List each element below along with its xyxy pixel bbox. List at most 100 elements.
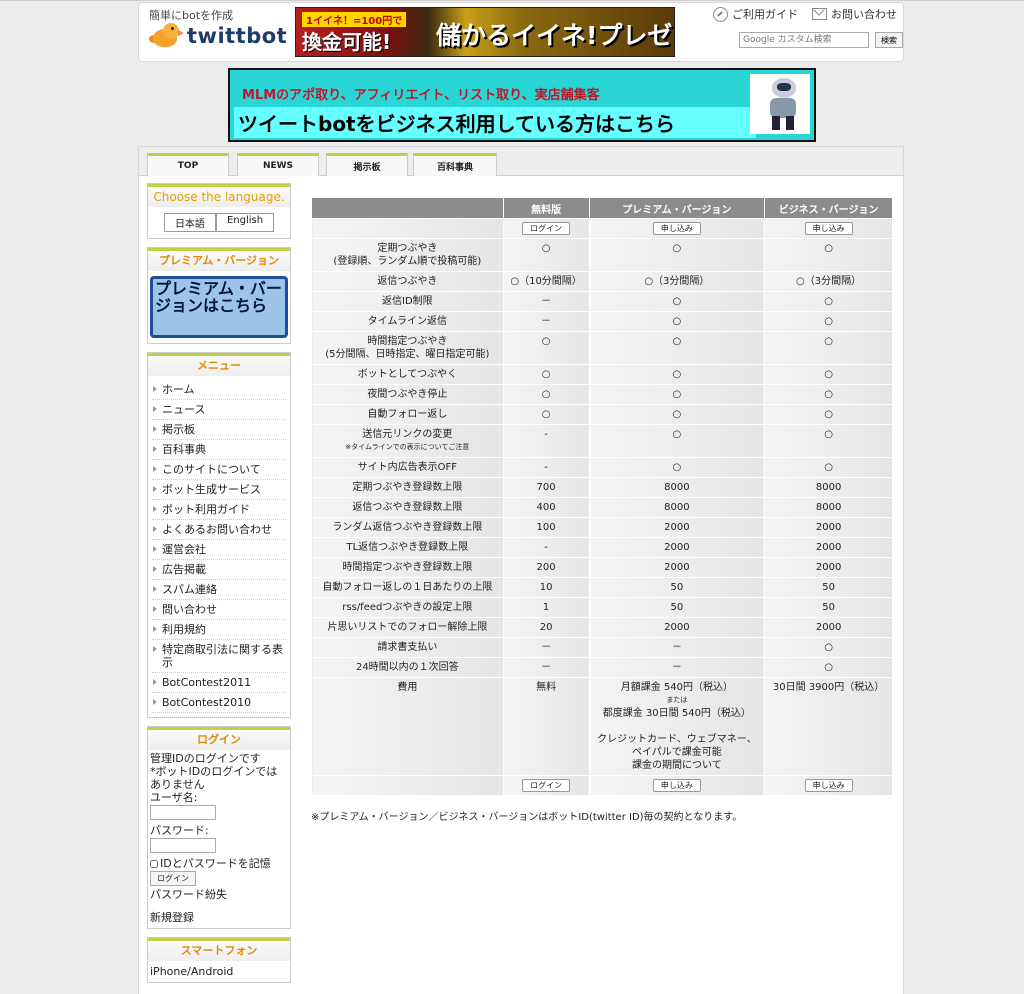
contract-footnote: ※プレミアム・バージョン／ビジネス・バージョンはボットID(twitter ID… bbox=[311, 812, 743, 823]
table-cell: ログイン bbox=[502, 775, 590, 796]
menu-item-commercial-law[interactable]: 特定商取引法に関する表示 bbox=[152, 640, 286, 673]
password-field[interactable] bbox=[150, 838, 216, 853]
feature-name: rss/feedつぶやきの設定上限 bbox=[342, 602, 473, 613]
register-link[interactable]: 新規登録 bbox=[150, 911, 288, 924]
guide-icon bbox=[713, 6, 728, 22]
tab-news[interactable]: NEWS bbox=[237, 153, 319, 176]
feature-name: TL返信つぶやき登録数上限 bbox=[346, 542, 469, 553]
feature-name: 自動フォロー返し bbox=[367, 409, 448, 420]
menu-item-bot-service[interactable]: ボット生成サービス bbox=[152, 480, 286, 500]
feature-label: rss/feedつぶやきの設定上限 bbox=[311, 597, 504, 618]
table-row: 返信つぶやき ○（10分間隔） ○（3分間隔） ○（3分間隔） bbox=[311, 271, 893, 292]
contact-link-label: お問い合わせ bbox=[831, 8, 897, 21]
table-cell: ○ bbox=[764, 637, 893, 658]
feature-name: 返信ID制限 bbox=[382, 296, 433, 307]
menu-item-faq[interactable]: よくあるお問い合わせ bbox=[152, 520, 286, 540]
menu-item-company[interactable]: 運営会社 bbox=[152, 540, 286, 560]
menu-item-terms[interactable]: 利用規約 bbox=[152, 620, 286, 640]
fee-business: 30日間 3900円（税込） bbox=[764, 677, 893, 776]
business-apply-button[interactable]: 申し込み bbox=[804, 222, 853, 235]
feature-name: 夜間つぶやき停止 bbox=[367, 389, 448, 400]
search-button[interactable]: 検索 bbox=[875, 32, 903, 48]
feature-label: 返信つぶやき bbox=[311, 271, 504, 292]
table-row: 時間指定つぶやき (5分間隔、日時指定、曜日指定可能) ○ ○ ○ bbox=[311, 331, 893, 365]
sidebar: Choose the language. 日本語 English プレミアム・バ… bbox=[147, 183, 291, 991]
business-banner-line2: ツイートbotをビジネス利用している方はこちら bbox=[234, 107, 756, 138]
menu-item-bbs[interactable]: 掲示板 bbox=[152, 420, 286, 440]
table-row: 時間指定つぶやき登録数上限 200 2000 2000 bbox=[311, 557, 893, 578]
feature-label: 片思いリストでのフォロー解除上限 bbox=[311, 617, 504, 638]
table-cell: ○ bbox=[502, 384, 590, 405]
menu-list: ホーム ニュース 掲示板 百科事典 このサイトについて ボット生成サービス ボッ… bbox=[148, 376, 290, 717]
table-cell: － bbox=[588, 657, 766, 678]
menu-item-ads[interactable]: 広告掲載 bbox=[152, 560, 286, 580]
table-cell: ○ bbox=[588, 424, 766, 458]
table-cell: 申し込み bbox=[588, 218, 766, 239]
table-cell: ○ bbox=[502, 404, 590, 425]
tab-encyclopedia[interactable]: 百科事典 bbox=[413, 153, 497, 176]
feature-label: 夜間つぶやき停止 bbox=[311, 384, 504, 405]
feature-label: ボットとしてつぶやく bbox=[311, 364, 504, 385]
promo-banner-line1: 1イイネ！=100円で bbox=[302, 12, 407, 27]
business-banner[interactable]: MLMのアポ取り、アフィリエイト、リスト取り、実店舗集客 ツイートbotをビジネ… bbox=[228, 68, 816, 142]
table-cell: ○ bbox=[502, 364, 590, 385]
feature-label: ランダム返信つぶやき登録数上限 bbox=[311, 517, 504, 538]
table-row-buttons-top: ログイン 申し込み 申し込み bbox=[311, 218, 893, 239]
menu-item-about[interactable]: このサイトについて bbox=[152, 460, 286, 480]
table-cell: ○ bbox=[764, 311, 893, 332]
remember-label: IDとパスワードを記憶 bbox=[160, 857, 271, 870]
table-row: TL返信つぶやき登録数上限 -2000 2000 bbox=[311, 537, 893, 558]
menu-item-contact[interactable]: 問い合わせ bbox=[152, 600, 286, 620]
premium-button[interactable]: プレミアム・バージョンはこちら bbox=[150, 276, 288, 338]
contact-link[interactable]: お問い合わせ bbox=[812, 6, 897, 22]
premium-apply-button[interactable]: 申し込み bbox=[652, 222, 701, 235]
fee-period-link[interactable]: 課金の期間について bbox=[594, 759, 761, 772]
language-title: Choose the language. bbox=[148, 184, 290, 207]
header-links: ご利用ガイド お問い合わせ bbox=[713, 6, 897, 22]
feature-label: 24時間以内の１次回答 bbox=[311, 657, 504, 678]
menu-item-news[interactable]: ニュース bbox=[152, 400, 286, 420]
table-cell: － bbox=[502, 657, 590, 678]
lang-en-button[interactable]: English bbox=[215, 213, 275, 232]
guide-link[interactable]: ご利用ガイド bbox=[713, 6, 798, 22]
menu-item-home[interactable]: ホーム bbox=[152, 380, 286, 400]
table-cell: 100 bbox=[502, 517, 590, 538]
tab-bbs[interactable]: 掲示板 bbox=[326, 153, 408, 176]
lang-ja-button[interactable]: 日本語 bbox=[163, 213, 216, 232]
login-button[interactable]: ログイン bbox=[150, 871, 196, 886]
username-field[interactable] bbox=[150, 805, 216, 820]
feature-label: 時間指定つぶやき (5分間隔、日時指定、曜日指定可能) bbox=[311, 331, 504, 365]
fee-label: 費用 bbox=[311, 677, 504, 776]
menu-item-encyclopedia[interactable]: 百科事典 bbox=[152, 440, 286, 460]
table-cell: 50 bbox=[588, 577, 766, 598]
table-header-row: 無料版 プレミアム・バージョン ビジネス・バージョン bbox=[311, 197, 893, 219]
table-cell: ○ bbox=[764, 238, 893, 272]
business-apply-button-bottom[interactable]: 申し込み bbox=[804, 779, 853, 792]
table-cell: ログイン bbox=[502, 218, 590, 239]
premium-apply-button-bottom[interactable]: 申し込み bbox=[652, 779, 701, 792]
table-cell: 申し込み bbox=[764, 218, 893, 239]
forgot-password-link[interactable]: パスワード紛失 bbox=[150, 888, 288, 901]
tab-strip: TOP NEWS 掲示板 百科事典 bbox=[139, 147, 903, 176]
tab-top[interactable]: TOP bbox=[147, 153, 229, 176]
table-cell: ○ bbox=[588, 404, 766, 425]
robot-icon bbox=[750, 74, 810, 134]
table-row: サイト内広告表示OFF - ○ ○ bbox=[311, 457, 893, 478]
feature-name: サイト内広告表示OFF bbox=[357, 462, 458, 473]
smartphone-link[interactable]: iPhone/Android bbox=[148, 961, 290, 982]
table-cell: 20 bbox=[502, 617, 590, 638]
promo-banner-top[interactable]: 1イイネ！=100円で 換金可能! 儲かるイイネ!プレゼント bbox=[295, 7, 675, 57]
menu-item-contest-2011[interactable]: BotContest2011 bbox=[152, 673, 286, 693]
search-input[interactable] bbox=[739, 32, 869, 48]
feature-name: ボットとしてつぶやく bbox=[357, 369, 458, 380]
free-login-button[interactable]: ログイン bbox=[522, 222, 571, 235]
site-logo[interactable]: twittbot bbox=[149, 21, 287, 51]
table-cell: 200 bbox=[502, 557, 590, 578]
remember-checkbox[interactable] bbox=[150, 859, 158, 868]
menu-item-spam[interactable]: スパム連絡 bbox=[152, 580, 286, 600]
feature-name: 24時間以内の１次回答 bbox=[355, 662, 459, 673]
table-cell: 400 bbox=[502, 497, 590, 518]
free-login-button-bottom[interactable]: ログイン bbox=[522, 779, 571, 792]
menu-item-bot-guide[interactable]: ボット利用ガイド bbox=[152, 500, 286, 520]
menu-item-contest-2010[interactable]: BotContest2010 bbox=[152, 693, 286, 713]
